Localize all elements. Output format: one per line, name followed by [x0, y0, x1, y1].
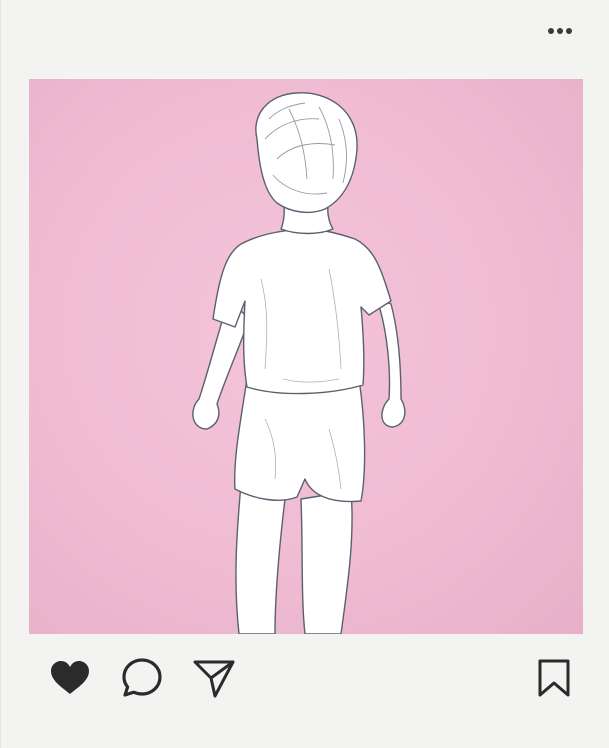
- comment-button[interactable]: [117, 652, 167, 704]
- heart-filled-icon: [51, 661, 89, 694]
- paper-plane-icon: [193, 660, 235, 698]
- more-horizontal-icon: [548, 28, 572, 34]
- post-card: [0, 0, 609, 748]
- save-button[interactable]: [529, 652, 579, 704]
- post-image[interactable]: [29, 79, 583, 634]
- comment-bubble-icon: [122, 658, 162, 697]
- bookmark-icon: [538, 659, 570, 697]
- share-button[interactable]: [189, 652, 239, 704]
- like-button[interactable]: [45, 652, 95, 704]
- action-bar: [1, 652, 609, 704]
- child-sketch-illustration: [192, 92, 406, 634]
- more-options-button[interactable]: [545, 22, 575, 40]
